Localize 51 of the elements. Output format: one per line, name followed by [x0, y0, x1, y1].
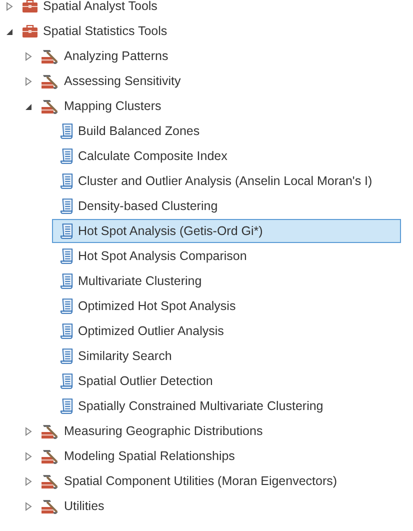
tree-item[interactable]: Mapping Clusters	[33, 94, 401, 118]
expand-arrow-icon[interactable]	[6, 2, 13, 10]
tree-item[interactable]: Measuring Geographic Distributions	[33, 419, 401, 443]
hammer-toolbox-icon	[41, 48, 59, 64]
script-icon	[60, 223, 73, 239]
expand-arrow-icon[interactable]	[25, 476, 32, 486]
tree-item[interactable]: Calculate Composite Index	[52, 144, 401, 168]
hammer-toolbox-icon	[41, 498, 59, 514]
expand-arrow-icon[interactable]	[25, 502, 32, 510]
tree-item[interactable]: Similarity Search	[52, 344, 401, 368]
tree-item[interactable]: Analyzing Patterns	[33, 44, 401, 68]
script-icon	[60, 198, 73, 214]
hammer-toolbox-icon	[41, 98, 59, 114]
toolbox-icon	[22, 24, 38, 38]
tree-item[interactable]: Hot Spot Analysis (Getis-Ord Gi*)	[52, 219, 401, 243]
script-icon	[60, 173, 73, 189]
tree-item[interactable]: Spatial Outlier Detection	[52, 369, 401, 393]
tree-item[interactable]: Utilities	[33, 494, 401, 518]
tree-item[interactable]: Spatial Statistics Tools	[14, 19, 401, 43]
expand-arrow-icon[interactable]	[25, 426, 32, 436]
script-icon	[60, 398, 73, 414]
script-icon	[60, 248, 73, 264]
tree-item[interactable]: Multivariate Clustering	[52, 269, 401, 293]
tree-item[interactable]: Density-based Clustering	[52, 194, 401, 218]
collapse-arrow-icon[interactable]	[25, 102, 32, 110]
tree-item[interactable]: Spatial Analyst Tools	[14, 0, 401, 18]
expand-arrow-icon[interactable]	[25, 452, 32, 460]
tree-item[interactable]: Cluster and Outlier Analysis (Anselin Local Moran's I)	[52, 169, 401, 193]
script-icon	[60, 323, 73, 339]
script-icon	[60, 298, 73, 314]
tree-item[interactable]: Hot Spot Analysis Comparison	[52, 244, 401, 268]
tree-item[interactable]: Modeling Spatial Relationships	[33, 444, 401, 468]
hammer-toolbox-icon	[41, 424, 59, 438]
script-icon	[60, 373, 73, 389]
tree-item[interactable]: Optimized Hot Spot Analysis	[52, 294, 401, 318]
tree-item[interactable]: Spatial Component Utilities (Moran Eigenvectors)	[33, 469, 401, 493]
script-icon	[60, 123, 73, 139]
script-icon	[60, 348, 73, 364]
collapse-arrow-icon[interactable]	[6, 26, 13, 36]
expand-arrow-icon[interactable]	[25, 76, 32, 86]
script-icon	[60, 273, 73, 289]
expand-arrow-icon[interactable]	[25, 52, 32, 60]
script-icon	[60, 148, 73, 164]
tree-item[interactable]: Spatially Constrained Multivariate Clustering	[52, 394, 401, 418]
hammer-toolbox-icon	[41, 474, 59, 488]
tree-item[interactable]: Assessing Sensitivity	[33, 69, 401, 93]
hammer-toolbox-icon	[41, 74, 59, 88]
tree-item[interactable]: Build Balanced Zones	[52, 119, 401, 143]
hammer-toolbox-icon	[41, 448, 59, 464]
toolbox-icon	[22, 0, 38, 12]
tree-item[interactable]: Optimized Outlier Analysis	[52, 319, 401, 343]
